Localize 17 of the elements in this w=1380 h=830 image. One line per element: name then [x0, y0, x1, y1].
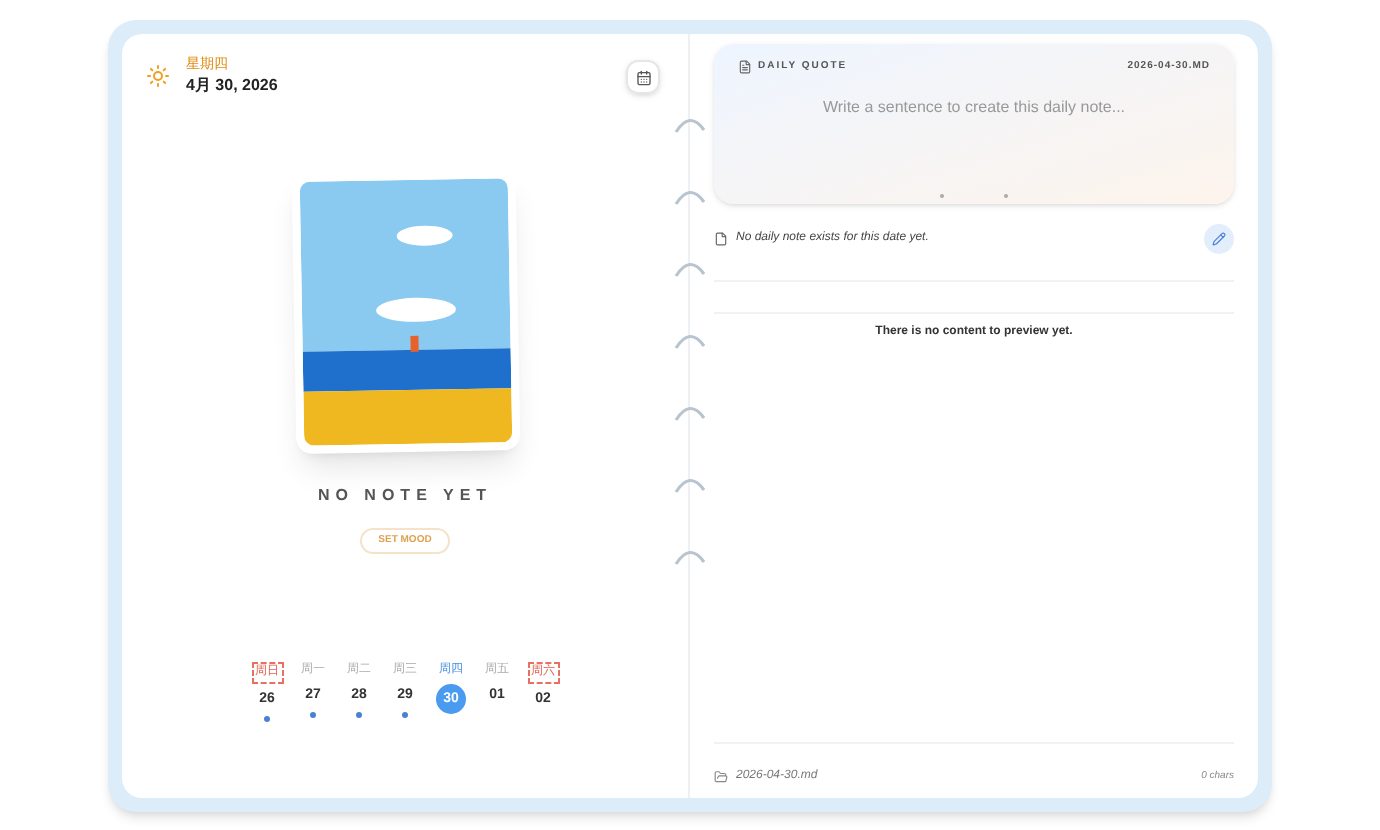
spiral-ring-icon: [674, 258, 706, 278]
file-icon: [714, 232, 728, 246]
spiral-ring-icon: [674, 546, 706, 566]
spiral-ring-icon: [674, 330, 706, 350]
spiral-ring-icon: [674, 114, 706, 134]
spiral-ring-icon: [674, 186, 706, 206]
spiral-ring-icon: [674, 474, 706, 494]
mood-title: NO NOTE YET: [317, 483, 493, 508]
sun-icon: [146, 64, 170, 89]
document-icon: [738, 60, 752, 75]
spiral-ring-icon: [674, 402, 706, 422]
edit-button[interactable]: [1204, 224, 1234, 254]
calendar-button[interactable]: [626, 60, 660, 94]
folder-icon: [714, 770, 728, 784]
calendar-icon: [635, 69, 651, 85]
pencil-icon: [1212, 232, 1226, 246]
date-title: 4月 30, 2026: [186, 75, 278, 96]
